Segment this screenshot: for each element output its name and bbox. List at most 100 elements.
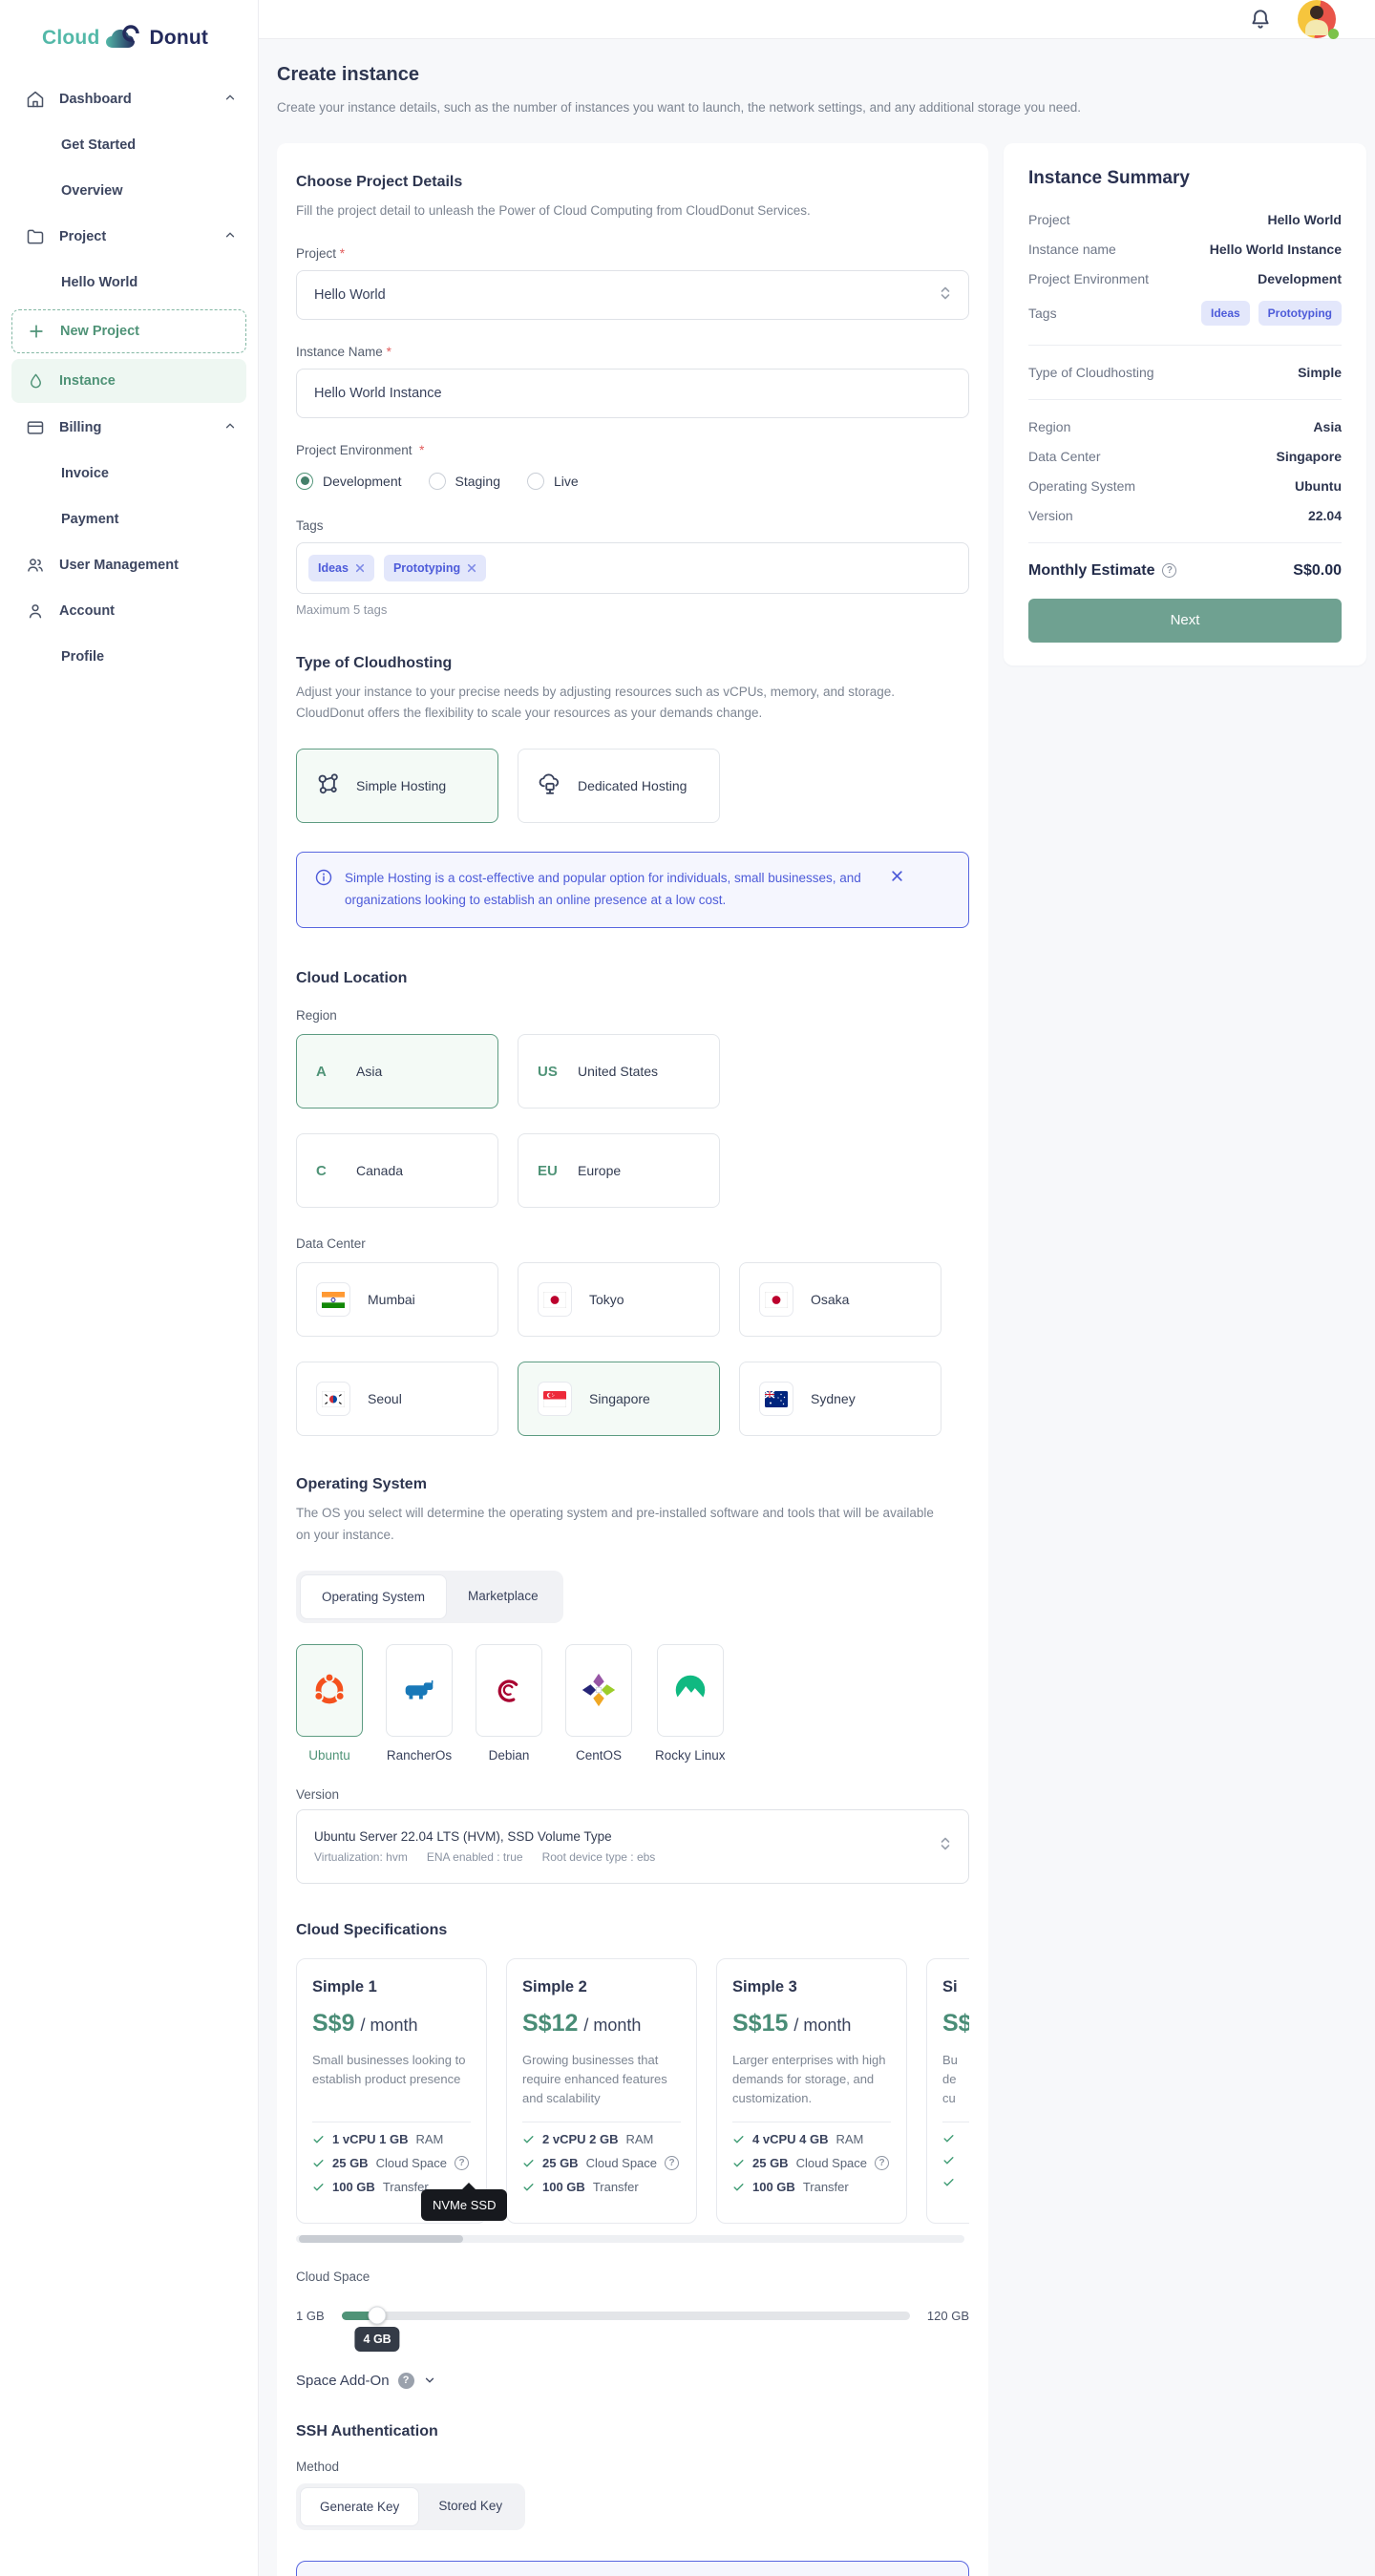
plan-card-simple-3[interactable]: Simple 3 S$15/ month Larger enterprises … — [716, 1957, 907, 2224]
plan-card-partial[interactable]: Si S$1 Bu de cu — [926, 1957, 969, 2224]
chevron-up-icon[interactable] — [223, 419, 237, 436]
cloud-space-slider[interactable]: 4 GB — [341, 2306, 910, 2352]
os-rocky-linux[interactable]: Rocky Linux — [655, 1643, 726, 1763]
hosting-type-group: Simple Hosting Dedicated Hosting — [296, 749, 969, 824]
next-button[interactable]: Next — [1028, 598, 1342, 643]
plan-card-simple-1[interactable]: Simple 1 S$9/ month Small businesses loo… — [296, 1957, 487, 2224]
instance-summary-panel: Instance Summary Project Hello World Inst… — [1004, 142, 1366, 665]
notification-bell-icon[interactable] — [1248, 7, 1273, 32]
create-instance-form: Choose Project Details Fill the project … — [277, 142, 988, 2576]
sidebar-item-dashboard[interactable]: Dashboard — [0, 76, 258, 122]
region-asia-button[interactable]: A Asia — [296, 1034, 498, 1109]
close-icon[interactable] — [355, 563, 365, 573]
question-icon[interactable]: ? — [1162, 563, 1177, 579]
brand-logo[interactable]: Cloud Donut — [0, 17, 258, 76]
question-icon[interactable]: ? — [875, 2155, 890, 2170]
required-asterisk: * — [386, 344, 391, 359]
space-addon-toggle[interactable]: Space Add-On ? — [296, 2372, 969, 2389]
check-icon — [523, 2135, 534, 2143]
sidebar-item-invoice[interactable]: Invoice — [0, 451, 258, 496]
plans-row: Simple 1 S$9/ month Small businesses loo… — [296, 1957, 969, 2224]
datacenter-sydney-button[interactable]: Sydney — [739, 1362, 941, 1437]
plan-feature: 1 vCPU 1 GB RAM — [312, 2132, 471, 2146]
plan-card-simple-2[interactable]: Simple 2 S$12/ month Growing businesses … — [506, 1957, 697, 2224]
region-us-button[interactable]: US United States — [518, 1034, 720, 1109]
australia-flag-icon — [759, 1382, 793, 1417]
project-select[interactable]: Hello World — [296, 269, 969, 320]
summary-row-version: Version 22.04 — [1028, 507, 1342, 523]
tab-generate-key[interactable]: Generate Key — [300, 2486, 420, 2526]
question-icon[interactable]: ? — [455, 2155, 470, 2170]
cloud-space-slider-row: 1 GB 4 GB 120 GB — [296, 2306, 969, 2352]
slider-handle[interactable] — [368, 2306, 387, 2325]
version-label: Version — [296, 1786, 340, 1802]
slider-max-label: 120 GB — [926, 2308, 969, 2323]
version-select[interactable]: Ubuntu Server 22.04 LTS (HVM), SSD Volum… — [296, 1808, 969, 1884]
tab-marketplace[interactable]: Marketplace — [447, 1574, 560, 1619]
chevron-up-icon[interactable] — [223, 91, 237, 108]
page-subtitle: Create your instance details, such as th… — [277, 100, 1082, 115]
os-debian[interactable]: Debian — [476, 1643, 542, 1763]
sidebar-item-project[interactable]: Project — [0, 214, 258, 260]
japan-flag-icon — [538, 1282, 572, 1318]
ubuntu-logo-icon — [296, 1643, 363, 1737]
question-icon[interactable]: ? — [665, 2155, 680, 2170]
sidebar-item-user-management[interactable]: User Management — [0, 542, 258, 588]
os-centos[interactable]: CentOS — [565, 1643, 632, 1763]
datacenter-singapore-button[interactable]: Singapore — [518, 1362, 720, 1437]
chevron-down-icon — [425, 2377, 434, 2383]
user-avatar[interactable] — [1298, 0, 1339, 39]
tags-input[interactable]: Ideas Prototyping — [296, 541, 969, 594]
plan-price: S$12 — [522, 2009, 579, 2037]
close-icon[interactable] — [467, 563, 476, 573]
users-icon — [25, 555, 46, 576]
sidebar-item-instance[interactable]: Instance — [11, 359, 246, 403]
environment-label: Project Environment * — [296, 442, 425, 457]
sidebar-item-account[interactable]: Account — [0, 588, 258, 634]
sidebar-item-payment[interactable]: Payment — [0, 496, 258, 542]
online-status-dot — [1328, 29, 1339, 39]
sidebar-item-new-project[interactable]: New Project — [11, 309, 246, 353]
cloud-space-label: Cloud Space — [296, 2269, 370, 2284]
plan-feature: 2 vCPU 2 GB RAM — [522, 2132, 681, 2146]
simple-hosting-info-alert: Simple Hosting is a cost-effective and p… — [296, 852, 969, 929]
section-desc-os: The OS you select will determine the ope… — [296, 1506, 934, 1542]
tab-operating-system[interactable]: Operating System — [300, 1573, 448, 1619]
sidebar-item-overview[interactable]: Overview — [0, 168, 258, 214]
radio-development[interactable]: Development — [296, 472, 402, 490]
radio-staging[interactable]: Staging — [428, 472, 500, 490]
dedicated-hosting-button[interactable]: Dedicated Hosting — [518, 749, 720, 824]
os-rancheros[interactable]: RancherOs — [386, 1643, 453, 1763]
summary-row-instance-name: Instance name Hello World Instance — [1028, 241, 1342, 257]
sidebar-item-profile[interactable]: Profile — [0, 634, 258, 680]
radio-live[interactable]: Live — [526, 472, 579, 490]
simple-hosting-button[interactable]: Simple Hosting — [296, 749, 498, 824]
instance-name-label: Instance Name * — [296, 344, 391, 359]
tags-label: Tags — [296, 517, 324, 533]
chevron-up-icon[interactable] — [223, 228, 237, 245]
cloud-server-icon — [536, 771, 564, 802]
home-icon — [25, 89, 46, 110]
india-flag-icon — [316, 1282, 350, 1318]
select-arrows-icon — [940, 1836, 951, 1856]
scrollbar-thumb[interactable] — [299, 2234, 463, 2243]
close-icon[interactable] — [891, 870, 903, 912]
datacenter-mumbai-button[interactable]: Mumbai — [296, 1262, 498, 1338]
instance-name-input[interactable]: Hello World Instance — [296, 368, 969, 418]
region-europe-button[interactable]: EU Europe — [518, 1133, 720, 1209]
datacenter-group: Mumbai Tokyo Osaka Seoul Singapore Sydne… — [296, 1262, 969, 1437]
question-icon: ? — [397, 2372, 414, 2389]
nodes-icon — [314, 771, 343, 802]
os-ubuntu[interactable]: Ubuntu — [296, 1643, 363, 1763]
sidebar-item-billing[interactable]: Billing — [0, 405, 258, 451]
region-canada-button[interactable]: C Canada — [296, 1133, 498, 1209]
datacenter-seoul-button[interactable]: Seoul — [296, 1362, 498, 1437]
divider — [1028, 398, 1342, 400]
section-heading-cloudhosting: Type of Cloudhosting — [296, 654, 453, 671]
tag-chip: Prototyping — [383, 554, 487, 581]
tab-stored-key[interactable]: Stored Key — [419, 2487, 521, 2526]
sidebar-item-hello-world[interactable]: Hello World — [0, 260, 258, 306]
sidebar-item-get-started[interactable]: Get Started — [0, 122, 258, 168]
datacenter-tokyo-button[interactable]: Tokyo — [518, 1262, 720, 1338]
datacenter-osaka-button[interactable]: Osaka — [739, 1262, 941, 1338]
